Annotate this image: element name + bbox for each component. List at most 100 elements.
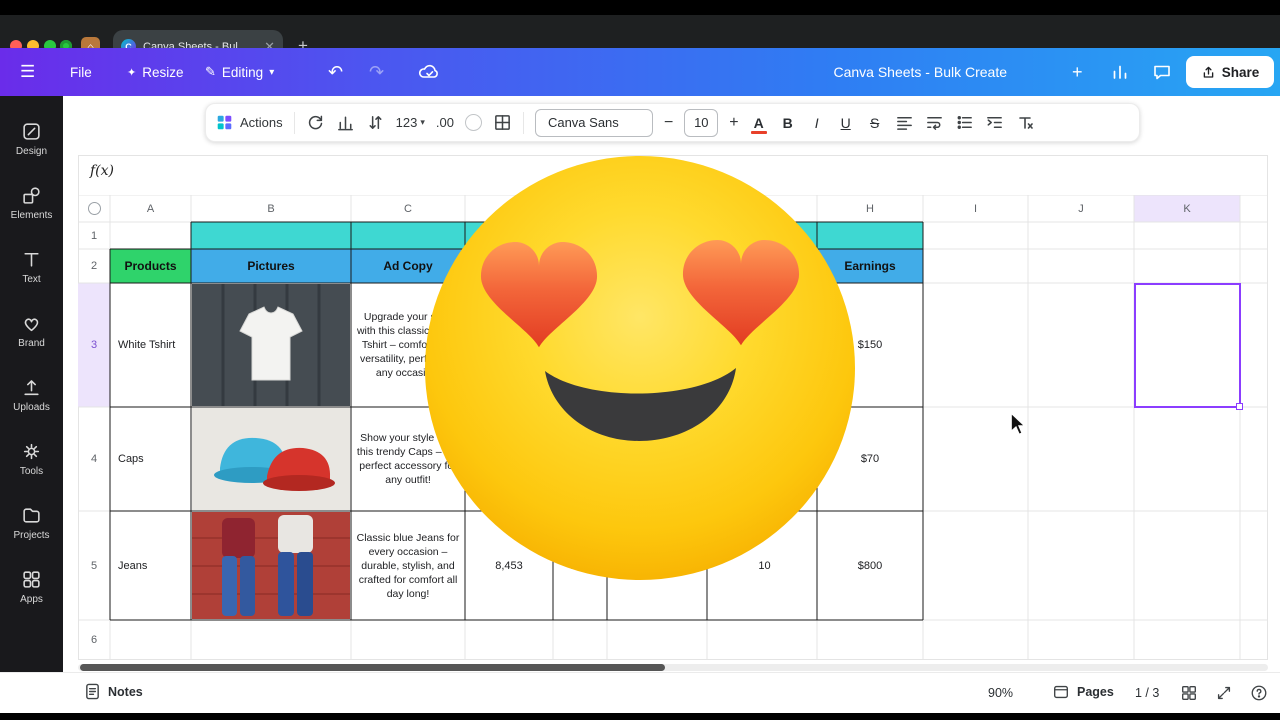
row-header-6[interactable]: 6 [78, 620, 110, 660]
sidebar-item-brand[interactable]: Brand [0, 302, 63, 360]
product-image-jeans[interactable] [192, 512, 350, 619]
underline-button[interactable]: U [837, 115, 855, 131]
sidebar-item-tools[interactable]: Tools [0, 430, 63, 488]
strikethrough-button[interactable]: S [866, 115, 884, 131]
fill-handle[interactable] [1236, 403, 1243, 410]
chevron-down-icon: ▾ [420, 117, 425, 128]
clear-formatting-icon[interactable] [1015, 113, 1035, 133]
redo-button[interactable]: ↷ [369, 48, 384, 96]
letterbox-bottom [0, 713, 1280, 720]
brand-icon [21, 313, 42, 334]
pen-icon: ✎ [205, 64, 216, 80]
sidebar-item-text[interactable]: Text [0, 238, 63, 296]
formatting-toolbar: Actions 123 ▾ .00 Canva Sans − 10 + A B … [205, 103, 1140, 142]
number-format-label: 123 [396, 115, 418, 130]
borders-icon[interactable] [493, 113, 512, 132]
column-header-b[interactable]: B [191, 195, 351, 222]
status-bar: Notes 90% Pages 1 / 3 [0, 672, 1280, 713]
horizontal-scrollbar-thumb[interactable] [80, 664, 665, 671]
column-header-i[interactable]: I [923, 195, 1028, 222]
decimal-format-button[interactable]: .00 [436, 115, 454, 130]
insights-icon[interactable] [1110, 48, 1130, 96]
row-header-5[interactable]: 5 [78, 511, 110, 620]
header-cell-products[interactable]: Products [110, 249, 191, 283]
notes-icon [84, 682, 101, 701]
bullet-list-icon[interactable] [955, 113, 974, 132]
chevron-down-icon: ▾ [269, 67, 274, 78]
cell-a4[interactable]: Caps [110, 407, 191, 511]
sidebar-label: Uploads [13, 402, 50, 413]
sidebar-label: Design [16, 146, 47, 157]
text-wrap-icon[interactable] [925, 113, 944, 132]
pages-button[interactable]: Pages [1052, 683, 1114, 701]
sidebar-item-design[interactable]: Design [0, 110, 63, 168]
editing-mode-dropdown[interactable]: ✎ Editing ▾ [205, 48, 274, 96]
chart-icon[interactable] [336, 113, 355, 132]
column-header-j[interactable]: J [1028, 195, 1134, 222]
comments-icon[interactable] [1152, 48, 1172, 96]
sidebar-label: Elements [11, 210, 53, 221]
mouse-cursor [1008, 412, 1028, 436]
font-size-field[interactable]: 10 [684, 109, 718, 137]
undo-button[interactable]: ↶ [328, 48, 343, 96]
pages-icon [1052, 683, 1070, 701]
canva-header: ☰ File ✦ Resize ✎ Editing ▾ ↶ ↷ Canva Sh… [0, 48, 1280, 96]
notes-button[interactable]: Notes [84, 682, 143, 701]
actions-button[interactable]: Actions [216, 114, 283, 131]
bold-button[interactable]: B [779, 115, 797, 131]
row-header-3[interactable]: 3 [78, 283, 110, 407]
grid-view-icon[interactable] [1180, 684, 1198, 702]
font-size-decrease-button[interactable]: − [664, 114, 673, 132]
text-icon [21, 249, 42, 270]
header-cell-pictures[interactable]: Pictures [191, 249, 351, 283]
sidebar-item-elements[interactable]: Elements [0, 174, 63, 232]
italic-button[interactable]: I [808, 115, 826, 131]
row-header-4[interactable]: 4 [78, 407, 110, 511]
row-header-2[interactable]: 2 [78, 249, 110, 283]
share-label: Share [1222, 65, 1260, 80]
indent-list-icon[interactable] [985, 113, 1004, 132]
add-member-button[interactable]: + [1072, 48, 1083, 96]
resize-label: Resize [142, 65, 183, 80]
sidebar-label: Brand [18, 338, 45, 349]
sidebar-item-apps[interactable]: Apps [0, 558, 63, 616]
refresh-icon[interactable] [306, 113, 325, 132]
main-menu-icon[interactable]: ☰ [20, 48, 35, 96]
text-color-button[interactable]: A [750, 115, 768, 131]
sidebar-label: Text [22, 274, 40, 285]
help-icon[interactable] [1250, 684, 1268, 702]
fill-color-swatch[interactable] [465, 114, 482, 131]
product-image-caps[interactable] [192, 408, 350, 510]
align-left-icon[interactable] [895, 113, 914, 132]
sidebar-item-projects[interactable]: Projects [0, 494, 63, 552]
row-header-1[interactable]: 1 [78, 222, 110, 249]
document-title[interactable]: Canva Sheets - Bulk Create [833, 48, 1007, 96]
number-format-dropdown[interactable]: 123 ▾ [396, 115, 425, 130]
resize-button[interactable]: ✦ Resize [127, 48, 183, 96]
font-size-increase-button[interactable]: + [729, 114, 738, 132]
pages-label: Pages [1077, 685, 1114, 699]
letterbox-top [0, 0, 1280, 15]
zoom-level[interactable]: 90% [988, 686, 1013, 700]
cell-a5[interactable]: Jeans [110, 511, 191, 620]
heart-eyes-emoji[interactable] [418, 150, 864, 590]
sidebar-item-uploads[interactable]: Uploads [0, 366, 63, 424]
selected-cell-K3[interactable] [1134, 283, 1241, 408]
actions-grid-icon [216, 114, 233, 131]
column-header-k[interactable]: K [1134, 195, 1240, 222]
browser-chrome: ⌂ C Canva Sheets - Bul... ✕ + [0, 15, 1280, 48]
tools-icon [21, 441, 42, 462]
share-button[interactable]: Share [1186, 56, 1274, 88]
file-menu[interactable]: File [70, 48, 92, 96]
font-family-selector[interactable]: Canva Sans [535, 109, 653, 137]
resize-icon: ✦ [127, 66, 136, 79]
sort-icon[interactable] [366, 113, 385, 132]
select-all-icon[interactable] [88, 202, 101, 215]
column-header-a[interactable]: A [110, 195, 191, 222]
product-image-white-tshirt[interactable] [192, 284, 350, 406]
horizontal-scrollbar[interactable] [78, 664, 1268, 671]
fullscreen-icon[interactable] [1215, 684, 1233, 702]
app-root: ⌂ C Canva Sheets - Bul... ✕ + ☰ File ✦ R… [0, 0, 1280, 720]
toolbar-divider [294, 112, 295, 134]
cell-a3[interactable]: White Tshirt [110, 283, 191, 407]
